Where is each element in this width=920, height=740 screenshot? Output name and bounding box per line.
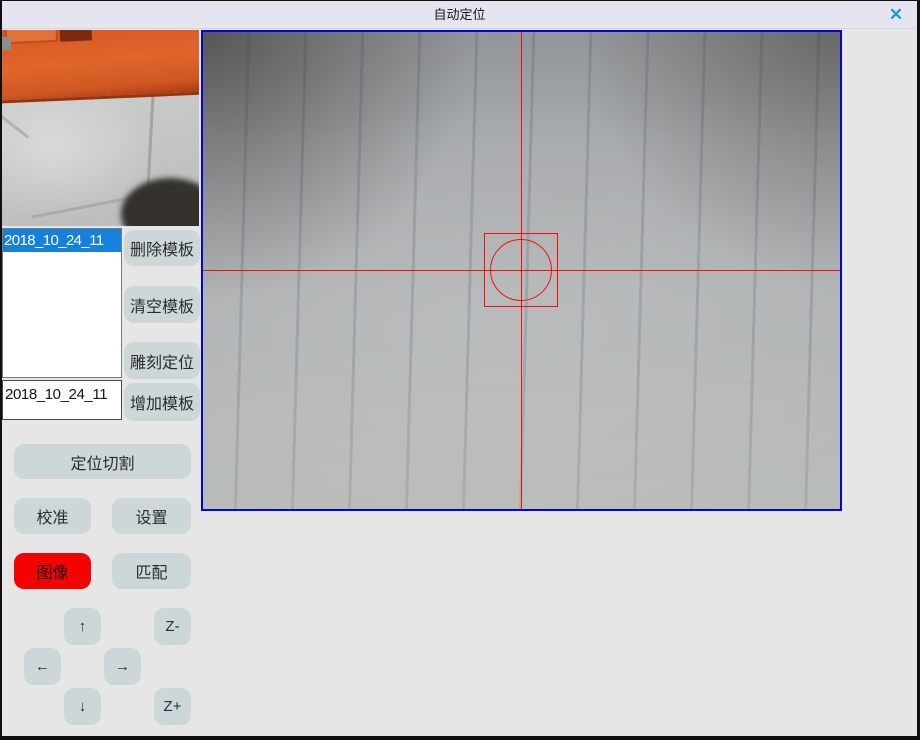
thumbnail-gray-notch	[2, 37, 11, 50]
jog-left-button[interactable]: ←	[24, 648, 61, 685]
calibrate-button[interactable]: 校准	[14, 498, 91, 534]
jog-right-button[interactable]: →	[104, 648, 141, 685]
add-template-button[interactable]: 增加模板	[124, 383, 200, 421]
thumbnail-orange-beam	[2, 30, 199, 104]
right-arrow-icon: →	[115, 658, 130, 675]
left-arrow-icon: ←	[35, 658, 50, 675]
engrave-position-button[interactable]: 雕刻定位	[124, 342, 200, 379]
thumbnail-beam-shadow	[59, 30, 92, 42]
jog-down-button[interactable]: ↓	[64, 688, 101, 725]
down-arrow-icon: ↓	[79, 698, 87, 715]
close-icon: ✕	[889, 5, 903, 25]
auto-position-dialog: 自动定位 ✕ 2018_10_24_11 删除模板 清空模板 雕刻定位 增加模板…	[0, 0, 920, 740]
close-button[interactable]: ✕	[884, 3, 908, 27]
window-title: 自动定位	[2, 1, 917, 29]
template-thumbnail-preview	[2, 30, 199, 226]
template-list-item-selected[interactable]: 2018_10_24_11	[3, 229, 121, 252]
jog-up-button[interactable]: ↑	[64, 608, 101, 645]
position-cut-button[interactable]: 定位切割	[14, 444, 191, 479]
match-region-circle	[490, 239, 552, 301]
up-arrow-icon: ↑	[79, 618, 87, 635]
jog-z-plus-button[interactable]: Z+	[154, 688, 191, 725]
clear-templates-button[interactable]: 清空模板	[124, 286, 200, 323]
thumbnail-beam-block	[4, 30, 58, 44]
match-button[interactable]: 匹配	[112, 553, 191, 589]
delete-template-button[interactable]: 删除模板	[124, 230, 200, 266]
jog-z-minus-button[interactable]: Z-	[154, 608, 191, 645]
title-bar: 自动定位 ✕	[2, 1, 917, 29]
template-list[interactable]: 2018_10_24_11	[2, 228, 122, 378]
settings-button[interactable]: 设置	[112, 498, 191, 534]
template-name-input[interactable]	[2, 380, 122, 420]
camera-view[interactable]	[201, 30, 842, 511]
image-mode-button[interactable]: 图像	[14, 553, 91, 589]
